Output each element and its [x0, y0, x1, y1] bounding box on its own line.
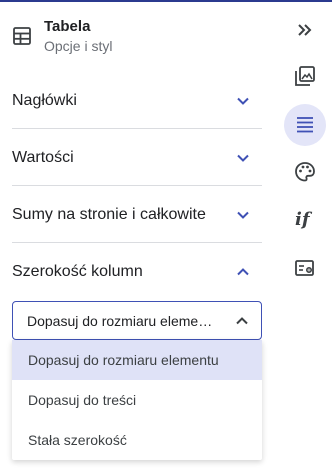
table-icon [12, 26, 32, 46]
panel-header: Tabela Opcje i styl [12, 16, 262, 60]
chevron-up-icon [236, 317, 248, 325]
option-fit-element[interactable]: Dopasuj do rozmiaru elementu [12, 340, 262, 380]
image-gallery-icon [295, 66, 315, 86]
table-settings-button[interactable] [284, 247, 326, 289]
column-width-select[interactable]: Dopasuj do rozmiaru elementu [12, 301, 262, 340]
table-settings-icon [295, 260, 314, 276]
text-format-button[interactable] [284, 104, 326, 146]
panel-title: Tabela [44, 18, 91, 35]
conditional-if-icon: if [295, 209, 310, 230]
panel-subtitle: Opcje i styl [44, 38, 113, 54]
section-values[interactable]: Wartości [12, 129, 262, 186]
chevron-down-icon [237, 97, 249, 105]
collapse-panel-icon [298, 24, 312, 36]
style-button[interactable] [284, 151, 326, 193]
column-width-options: Dopasuj do rozmiaru elementu Dopasuj do … [12, 340, 262, 460]
option-label: Stała szerokość [28, 432, 127, 448]
section-label: Nagłówki [12, 92, 77, 109]
section-headers[interactable]: Nagłówki [12, 72, 262, 129]
select-value: Dopasuj do rozmiaru elementu [27, 313, 217, 329]
section-label: Sumy na stronie i całkowite [12, 206, 206, 223]
option-label: Dopasuj do rozmiaru elementu [28, 352, 219, 368]
section-label: Wartości [12, 149, 74, 166]
conditional-button[interactable]: if [284, 199, 326, 241]
section-totals[interactable]: Sumy na stronie i całkowite [12, 186, 262, 243]
section-column-width[interactable]: Szerokość kolumn [12, 243, 262, 300]
text-lines-icon [297, 117, 313, 133]
top-accent-line [0, 0, 332, 2]
section-label: Szerokość kolumn [12, 263, 143, 280]
palette-icon [295, 162, 315, 182]
chevron-up-icon [237, 268, 249, 276]
option-fixed-width[interactable]: Stała szerokość [12, 420, 262, 460]
option-fit-content[interactable]: Dopasuj do treści [12, 380, 262, 420]
chevron-down-icon [237, 154, 249, 162]
collapse-panel-button[interactable] [284, 9, 326, 51]
option-label: Dopasuj do treści [28, 392, 137, 408]
chevron-down-icon [237, 211, 249, 219]
media-button[interactable] [284, 55, 326, 97]
